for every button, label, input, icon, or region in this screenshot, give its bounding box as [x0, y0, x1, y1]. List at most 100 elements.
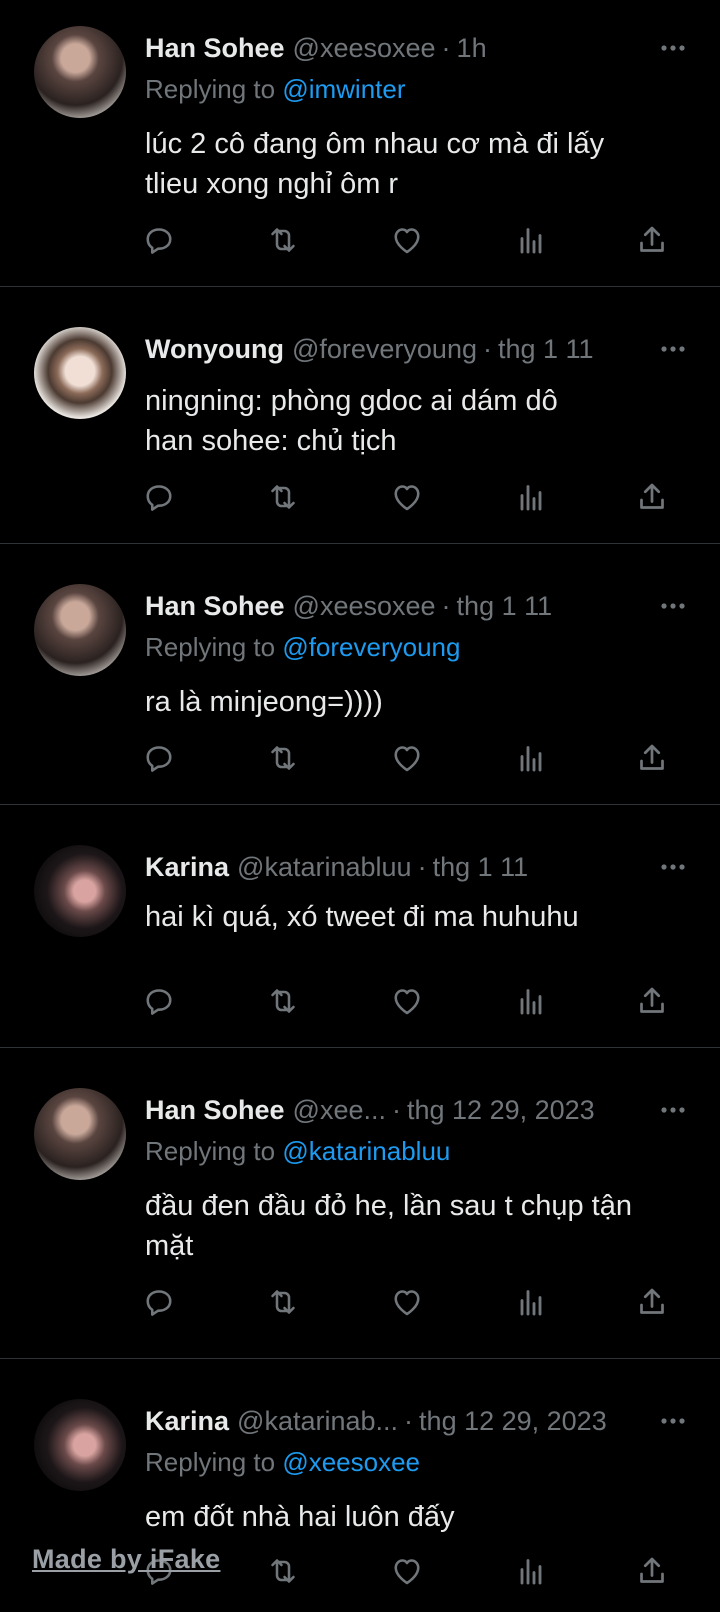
- like-icon[interactable]: [389, 740, 425, 776]
- more-icon[interactable]: [658, 591, 688, 621]
- avatar[interactable]: [34, 327, 126, 419]
- user-handle[interactable]: @xeesoxee: [293, 591, 436, 621]
- reply-icon[interactable]: [141, 479, 177, 515]
- separator-dot: ·: [404, 1406, 414, 1436]
- timestamp[interactable]: 1h: [457, 33, 487, 63]
- user-handle[interactable]: @xeesoxee: [293, 33, 436, 63]
- timestamp[interactable]: thg 12 29, 2023: [419, 1406, 607, 1436]
- replying-to-link[interactable]: @foreveryoung: [282, 632, 460, 662]
- more-icon[interactable]: [658, 1095, 688, 1125]
- tweet-actions: [0, 983, 720, 1023]
- separator-dot: ·: [441, 33, 451, 63]
- tweet-header: Han Sohee @xee... · thg 12 29, 2023: [145, 1092, 650, 1128]
- tweet[interactable]: Wonyoung @foreveryoung · thg 1 11 ningning:…: [0, 287, 720, 544]
- share-icon[interactable]: [634, 740, 670, 776]
- views-icon[interactable]: [513, 983, 549, 1019]
- retweet-icon[interactable]: [265, 1553, 301, 1589]
- replying-to-link[interactable]: @xeesoxee: [282, 1447, 420, 1477]
- replying-prefix: Replying to: [145, 1447, 276, 1477]
- tweet-text: em đốt nhà hai luôn đấy: [145, 1497, 680, 1537]
- watermark: Made by iFake: [32, 1544, 221, 1574]
- tweet-text: hai kì quá, xó tweet đi ma huhuhu: [145, 897, 680, 937]
- share-icon[interactable]: [634, 222, 670, 258]
- avatar[interactable]: [34, 1088, 126, 1180]
- tweet[interactable]: Han Sohee @xee... · thg 12 29, 2023 Replyin…: [0, 1048, 720, 1359]
- replying-to: Replying to @xeesoxee: [145, 1445, 420, 1479]
- display-name[interactable]: Karina: [145, 852, 229, 882]
- tweet-header: Han Sohee @xeesoxee · thg 1 11: [145, 588, 650, 624]
- display-name[interactable]: Han Sohee: [145, 1095, 285, 1125]
- tweet[interactable]: Han Sohee @xeesoxee · 1h Replying to @imwin…: [0, 0, 720, 287]
- tweet[interactable]: Karina @katarinabluu · thg 1 11 hai kì quá,…: [0, 805, 720, 1048]
- reply-icon[interactable]: [141, 1284, 177, 1320]
- retweet-icon[interactable]: [265, 983, 301, 1019]
- user-handle[interactable]: @katarinabluu: [237, 852, 412, 882]
- views-icon[interactable]: [513, 479, 549, 515]
- views-icon[interactable]: [513, 1553, 549, 1589]
- tweet-header: Karina @katarinabluu · thg 1 11: [145, 849, 650, 885]
- more-icon[interactable]: [658, 852, 688, 882]
- timestamp[interactable]: thg 1 11: [433, 852, 529, 882]
- tweet-actions: [0, 479, 720, 519]
- more-icon[interactable]: [658, 334, 688, 364]
- tweet-text: lúc 2 cô đang ôm nhau cơ mà đi lấy tlieu …: [145, 124, 680, 204]
- reply-icon[interactable]: [141, 222, 177, 258]
- like-icon[interactable]: [389, 1284, 425, 1320]
- display-name[interactable]: Han Sohee: [145, 591, 285, 621]
- separator-dot: ·: [417, 852, 427, 882]
- views-icon[interactable]: [513, 1284, 549, 1320]
- retweet-icon[interactable]: [265, 740, 301, 776]
- user-handle[interactable]: @foreveryoung: [292, 334, 477, 364]
- retweet-icon[interactable]: [265, 222, 301, 258]
- tweet-text-line: han sohee: chủ tịch: [145, 425, 397, 457]
- tweet-text-line: ra là minjeong=)))): [145, 686, 383, 718]
- like-icon[interactable]: [389, 479, 425, 515]
- user-handle[interactable]: @xee...: [293, 1095, 386, 1125]
- timestamp[interactable]: thg 1 11: [498, 334, 594, 364]
- share-icon[interactable]: [634, 479, 670, 515]
- display-name[interactable]: Karina: [145, 1406, 229, 1436]
- tweet-header: Karina @katarinab... · thg 12 29, 2023: [145, 1403, 650, 1439]
- tweet-header: Han Sohee @xeesoxee · 1h: [145, 30, 650, 66]
- tweet-text: ningning: phòng gdoc ai dám dô han sohee:…: [145, 381, 680, 461]
- tweet-text-line: em đốt nhà hai luôn đấy: [145, 1501, 455, 1533]
- tweet[interactable]: Han Sohee @xeesoxee · thg 1 11 Replying to …: [0, 544, 720, 805]
- timestamp[interactable]: thg 12 29, 2023: [407, 1095, 595, 1125]
- replying-prefix: Replying to: [145, 632, 276, 662]
- views-icon[interactable]: [513, 222, 549, 258]
- separator-dot: ·: [482, 334, 492, 364]
- views-icon[interactable]: [513, 740, 549, 776]
- tweet-text-line: lúc 2 cô đang ôm nhau cơ mà đi lấy: [145, 128, 605, 160]
- more-icon[interactable]: [658, 33, 688, 63]
- tweet-header: Wonyoung @foreveryoung · thg 1 11: [145, 331, 650, 367]
- retweet-icon[interactable]: [265, 479, 301, 515]
- timestamp[interactable]: thg 1 11: [457, 591, 553, 621]
- avatar[interactable]: [34, 584, 126, 676]
- display-name[interactable]: Han Sohee: [145, 33, 285, 63]
- like-icon[interactable]: [389, 1553, 425, 1589]
- tweet-text-line: ningning: phòng gdoc ai dám dô: [145, 385, 558, 417]
- replying-to-link[interactable]: @imwinter: [282, 74, 405, 104]
- separator-dot: ·: [392, 1095, 401, 1125]
- tweet-text: đầu đen đầu đỏ he, lần sau t chụp tận mặt: [145, 1186, 680, 1266]
- user-handle[interactable]: @katarinab...: [237, 1406, 398, 1436]
- tweet-text-line: đầu đen đầu đỏ he, lần sau t chụp tận: [145, 1190, 632, 1222]
- replying-to: Replying to @katarinabluu: [145, 1134, 450, 1168]
- like-icon[interactable]: [389, 983, 425, 1019]
- retweet-icon[interactable]: [265, 1284, 301, 1320]
- share-icon[interactable]: [634, 983, 670, 1019]
- avatar[interactable]: [34, 1399, 126, 1491]
- tweet-text-line: mặt: [145, 1230, 194, 1262]
- avatar[interactable]: [34, 845, 126, 937]
- tweet-actions: [0, 222, 720, 262]
- share-icon[interactable]: [634, 1553, 670, 1589]
- share-icon[interactable]: [634, 1284, 670, 1320]
- replying-to-link[interactable]: @katarinabluu: [282, 1136, 450, 1166]
- avatar[interactable]: [34, 26, 126, 118]
- like-icon[interactable]: [389, 222, 425, 258]
- replying-prefix: Replying to: [145, 1136, 276, 1166]
- more-icon[interactable]: [658, 1406, 688, 1436]
- reply-icon[interactable]: [141, 983, 177, 1019]
- reply-icon[interactable]: [141, 740, 177, 776]
- display-name[interactable]: Wonyoung: [145, 334, 284, 364]
